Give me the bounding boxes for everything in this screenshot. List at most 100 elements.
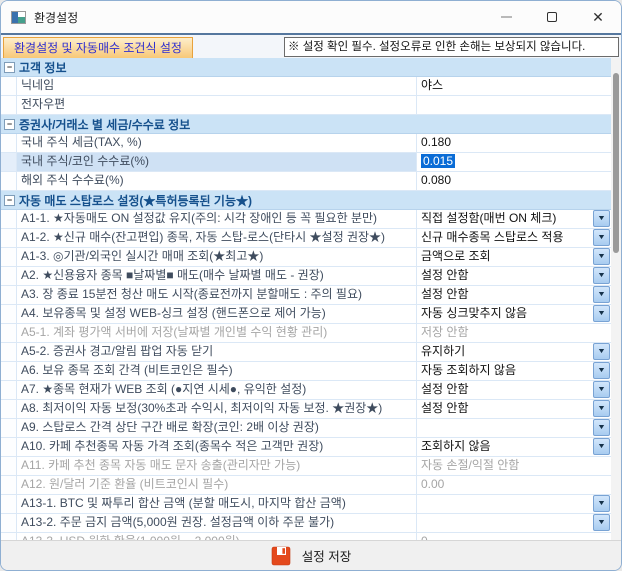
row-value[interactable]: 설정 안함▼ [417,381,611,399]
dropdown-button[interactable]: ▼ [593,248,610,265]
chevron-down-icon: ▼ [597,367,606,374]
row-value: 자동 손절/익절 안함 [417,457,611,475]
settings-row[interactable]: 해외 주식 수수료(%)0.080 [1,172,611,191]
chevron-down-icon: ▼ [597,253,606,260]
row-value[interactable]: 직접 설정함(매번 ON 체크)▼ [417,210,611,228]
dropdown-button[interactable]: ▼ [593,229,610,246]
chevron-down-icon: ▼ [597,310,606,317]
settings-row[interactable]: 국내 주식 세금(TAX, %)0.180 [1,134,611,153]
settings-row: A11. 카페 추천 종목 자동 매도 문자 송출(관리자만 가능)자동 손절/… [1,457,611,476]
settings-row: A12. 원/달러 기준 환율 (비트코인시 필수)0.00 [1,476,611,495]
section-header: −증권사/거래소 별 세금/수수료 정보 [1,115,611,134]
row-value[interactable]: 0.180 [417,134,611,152]
dropdown-button[interactable]: ▼ [593,343,610,360]
row-gutter [1,210,17,228]
row-gutter [1,267,17,285]
settings-row[interactable]: 닉네임야스 [1,77,611,96]
collapse-icon[interactable]: − [4,195,15,206]
settings-row[interactable]: 국내 주식/코인 수수료(%)0.015 [1,153,611,172]
settings-row[interactable]: A2. ★신용융자 종목 ■날짜별■ 매도(매수 날짜별 매도 - 권장)설정 … [1,267,611,286]
row-gutter [1,495,17,513]
row-value[interactable]: 야스 [417,77,611,95]
app-icon [11,11,26,24]
scrollbar-thumb[interactable] [613,73,619,253]
settings-row[interactable]: A1-3. ◎기관/외국인 실시간 매매 조회(★최고★)금액으로 조회▼ [1,248,611,267]
dropdown-button[interactable]: ▼ [593,495,610,512]
settings-row[interactable]: A5-2. 증권사 경고/알림 팝업 자동 닫기유지하기▼ [1,343,611,362]
dropdown-button[interactable]: ▼ [593,267,610,284]
collapse-icon[interactable]: − [4,62,15,73]
chevron-down-icon: ▼ [597,500,606,507]
row-value[interactable]: 0.080 [417,172,611,190]
row-value[interactable]: 신규 매수종목 스탑로스 적용▼ [417,229,611,247]
row-value[interactable]: ▼ [417,419,611,437]
row-value[interactable]: 자동 싱크맞추지 않음▼ [417,305,611,323]
settings-row[interactable]: A3. 장 종료 15분전 청산 매도 시작(종료전까지 분할매도 : 주의 필… [1,286,611,305]
dropdown-button[interactable]: ▼ [593,286,610,303]
row-value[interactable]: 자동 조회하지 않음▼ [417,362,611,380]
vertical-scrollbar[interactable] [611,58,621,542]
row-value[interactable]: 0.015 [417,153,611,171]
chevron-down-icon: ▼ [597,272,606,279]
save-settings-button[interactable]: 설정 저장 [265,545,357,567]
chevron-down-icon: ▼ [597,291,606,298]
dropdown-button[interactable]: ▼ [593,400,610,417]
row-value: 저장 안함 [417,324,611,342]
row-value[interactable] [417,96,611,114]
row-label: 닉네임 [17,77,417,95]
row-gutter [1,286,17,304]
row-gutter [1,77,17,95]
settings-row[interactable]: A13-1. BTC 및 짜투리 합산 금액 (분할 매도시, 마지막 합산 금… [1,495,611,514]
row-label: A5-2. 증권사 경고/알림 팝업 자동 닫기 [17,343,417,361]
row-value[interactable]: 설정 안함▼ [417,286,611,304]
section-title: 자동 매도 스탑로스 설정(★특허등록된 기능★) [19,192,252,209]
maximize-button[interactable] [529,1,575,33]
tab-settings[interactable]: 환경설정 및 자동매수 조건식 설정 [3,37,193,58]
settings-row[interactable]: A1-1. ★자동매도 ON 설정값 유지(주의: 시각 장애인 등 꼭 필요한… [1,210,611,229]
collapse-icon[interactable]: − [4,119,15,130]
row-value[interactable]: ▼ [417,514,611,532]
dropdown-button[interactable]: ▼ [593,419,610,436]
settings-row[interactable]: A10. 카페 추천종목 자동 가격 조회(종목수 적은 고객만 권장)조회하지… [1,438,611,457]
row-value[interactable]: 설정 안함▼ [417,400,611,418]
settings-row[interactable]: A9. 스탑로스 간격 상단 구간 배로 확장(코인: 2배 이상 권장)▼ [1,419,611,438]
row-label: A8. 최저이익 자동 보정(30%초과 수익시, 최저이익 자동 보정. ★권… [17,400,417,418]
settings-row[interactable]: 전자우편 [1,96,611,115]
row-gutter [1,134,17,152]
chevron-down-icon: ▼ [597,405,606,412]
settings-row[interactable]: A1-2. ★신규 매수(잔고편입) 종목, 자동 스탑-로스(단타시 ★설정 … [1,229,611,248]
settings-row[interactable]: A13-2. 주문 금지 금액(5,000원 권장. 설정금액 이하 주문 불가… [1,514,611,533]
row-gutter [1,457,17,475]
settings-grid: −고객 정보닉네임야스전자우편−증권사/거래소 별 세금/수수료 정보국내 주식… [1,58,611,542]
row-value[interactable]: 조회하지 않음▼ [417,438,611,456]
row-gutter [1,362,17,380]
chevron-down-icon: ▼ [597,386,606,393]
row-label: A10. 카페 추천종목 자동 가격 조회(종목수 적은 고객만 권장) [17,438,417,456]
chevron-down-icon: ▼ [597,519,606,526]
dropdown-button[interactable]: ▼ [593,362,610,379]
settings-row[interactable]: A6. 보유 종목 조회 간격 (비트코인은 필수)자동 조회하지 않음▼ [1,362,611,381]
row-label: A2. ★신용융자 종목 ■날짜별■ 매도(매수 날짜별 매도 - 권장) [17,267,417,285]
row-label: 해외 주식 수수료(%) [17,172,417,190]
row-value[interactable]: ▼ [417,495,611,513]
settings-row[interactable]: A8. 최저이익 자동 보정(30%초과 수익시, 최저이익 자동 보정. ★권… [1,400,611,419]
settings-window: 환경설정 ✕ 환경설정 및 자동매수 조건식 설정 ※ 설정 확인 필수. 설정… [0,0,622,571]
save-button-label: 설정 저장 [302,546,351,565]
settings-row[interactable]: A7. ★종목 현재가 WEB 조회 (●지연 시세●, 유익한 설정)설정 안… [1,381,611,400]
settings-row[interactable]: A4. 보유종목 및 설정 WEB-싱크 설정 (핸드폰으로 제어 가능)자동 … [1,305,611,324]
dropdown-button[interactable]: ▼ [593,438,610,455]
row-value[interactable]: 유지하기▼ [417,343,611,361]
dropdown-button[interactable]: ▼ [593,514,610,531]
dropdown-button[interactable]: ▼ [593,305,610,322]
chevron-down-icon: ▼ [597,215,606,222]
tab-strip: 환경설정 및 자동매수 조건식 설정 ※ 설정 확인 필수. 설정오류로 인한 … [1,33,621,58]
dropdown-button[interactable]: ▼ [593,381,610,398]
row-gutter [1,438,17,456]
dropdown-button[interactable]: ▼ [593,210,610,227]
row-value[interactable]: 설정 안함▼ [417,267,611,285]
close-button[interactable]: ✕ [575,1,621,33]
row-value[interactable]: 금액으로 조회▼ [417,248,611,266]
row-label: A1-3. ◎기관/외국인 실시간 매매 조회(★최고★) [17,248,417,266]
row-label: A11. 카페 추천 종목 자동 매도 문자 송출(관리자만 가능) [17,457,417,475]
chevron-down-icon: ▼ [597,443,606,450]
